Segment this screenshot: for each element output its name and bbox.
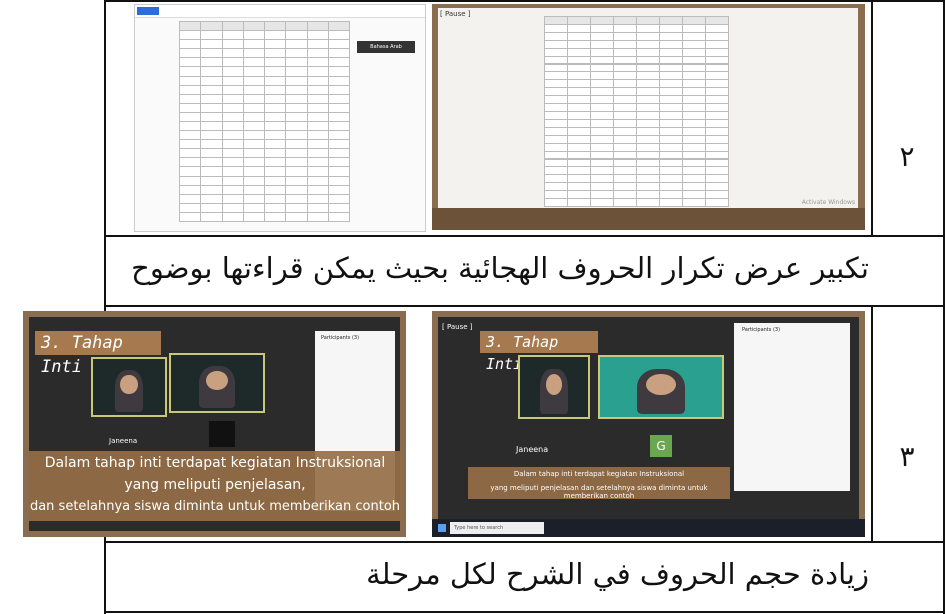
video-tile	[91, 357, 167, 417]
letter-table	[544, 16, 729, 207]
table-cell	[221, 211, 244, 222]
desk-strip	[432, 208, 865, 230]
screenshot-zoom-table: [ Pause ] Activate Windows	[432, 4, 865, 230]
subtitle-line: Dalam tahap inti terdapat kegiatan Instr…	[513, 470, 685, 478]
pause-label: [ Pause ]	[442, 323, 473, 331]
table-cell	[264, 211, 287, 222]
participant-name: Janeena	[109, 437, 138, 445]
search-input[interactable]: Type here to search	[450, 522, 544, 534]
screenshot-editor-table: Bahasa Arab	[134, 4, 426, 232]
meeting-stage: 3. Tahap Inti Janeena Participants (3) D…	[29, 317, 401, 531]
table-row-divider	[104, 541, 945, 543]
meeting-stage: [ Pause ] 3. Tahap Inti Janeena G Partic…	[438, 317, 859, 519]
table-border-top	[104, 0, 945, 2]
table-cell	[705, 198, 729, 207]
table-column-divider	[871, 306, 873, 542]
table-cell	[682, 198, 706, 207]
start-icon[interactable]	[438, 524, 446, 532]
table-cell	[285, 211, 308, 222]
table-cell	[200, 211, 223, 222]
table-cell	[179, 211, 202, 222]
video-tile	[598, 355, 724, 419]
toolbar	[135, 5, 425, 18]
subtitle-line: dan setelahnya siswa diminta untuk membe…	[29, 499, 401, 514]
panel-title: Participants (3)	[321, 335, 360, 341]
screenshot-zoom-meeting-taskbar: [ Pause ] 3. Tahap Inti Janeena G Partic…	[432, 311, 865, 537]
table-cell	[327, 211, 350, 222]
table-row-divider	[104, 235, 945, 237]
table-border-bottom	[104, 611, 945, 613]
screenshot-zoom-meeting: 3. Tahap Inti Janeena Participants (3) D…	[23, 311, 406, 537]
table-cell	[613, 198, 637, 207]
row-caption: تكبير عرض تكرار الحروف الهجائية بحيث يمك…	[131, 251, 869, 285]
row-caption: زيادة حجم الحروف في الشرح لكل مرحلة	[366, 557, 869, 591]
row-number: ٢	[899, 140, 915, 173]
table-cell	[659, 198, 683, 207]
subtitle-line: yang meliputi penjelasan,	[124, 477, 306, 493]
pause-label: [ Pause ]	[440, 10, 471, 18]
watermark: Activate Windows	[801, 199, 855, 206]
table-cell	[306, 211, 329, 222]
table-cell	[636, 198, 660, 207]
table-cell	[567, 198, 591, 207]
subtitle-line: yang meliputi penjelasan dan setelahnya …	[490, 484, 708, 500]
document-table: ٢ Bahasa Arab [ Pause ] Activate Windows…	[0, 0, 945, 614]
table-row-divider	[104, 305, 945, 307]
subtitle-band: Dalam tahap inti terdapat kegiatan Instr…	[468, 467, 730, 500]
row-number: ٣	[899, 440, 915, 473]
side-note: Bahasa Arab	[357, 41, 415, 53]
video-tile-off	[209, 421, 235, 447]
slide-title: 3. Tahap Inti	[35, 331, 161, 377]
subtitle-band: Dalam tahap inti terdapat kegiatan Instr…	[29, 451, 401, 521]
table-column-divider	[871, 0, 873, 236]
table-cell	[242, 211, 265, 222]
subtitle-line: Dalam tahap inti terdapat kegiatan Instr…	[44, 455, 386, 471]
video-tile	[518, 355, 590, 419]
app-button[interactable]	[137, 7, 159, 15]
avatar: G	[650, 435, 672, 457]
table-cell	[590, 198, 614, 207]
participant-name: Janeena	[516, 445, 549, 454]
taskbar: Type here to search	[432, 519, 865, 537]
table-cell	[544, 198, 568, 207]
video-tile	[169, 353, 265, 413]
letter-table	[179, 21, 350, 222]
participants-panel: Participants (3)	[734, 323, 850, 491]
panel-title: Participants (3)	[742, 327, 781, 333]
slide-title: 3. Tahap Inti	[480, 331, 598, 373]
